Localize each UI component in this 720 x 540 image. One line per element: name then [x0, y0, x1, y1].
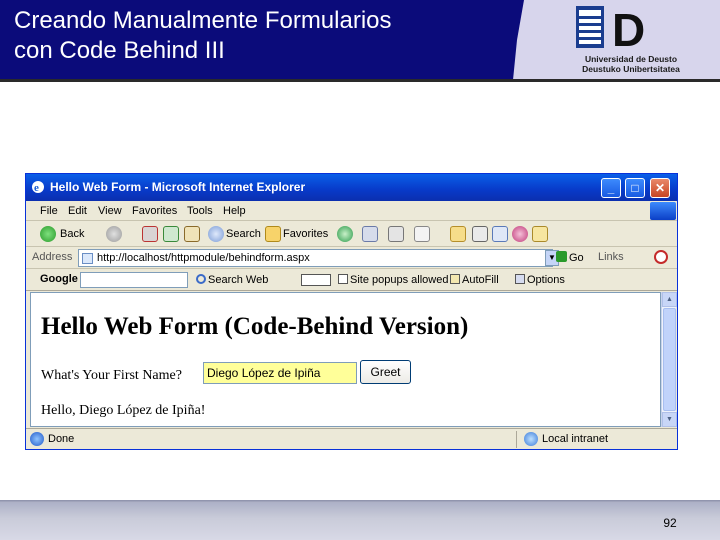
scroll-up-arrow-icon[interactable]: ▲ — [662, 292, 677, 307]
first-name-input[interactable]: Diego López de Ipiña — [203, 362, 357, 384]
search-icon[interactable] — [208, 226, 224, 242]
slide-footer — [0, 503, 720, 540]
page-status-icon — [30, 432, 44, 446]
greeting-result: Hello, Diego López de Ipiña! — [41, 403, 206, 418]
tools-icon[interactable] — [532, 226, 548, 242]
favorites-button[interactable]: Favorites — [283, 225, 328, 243]
scroll-down-arrow-icon[interactable]: ▼ — [662, 412, 677, 427]
browser-titlebar[interactable]: e Hello Web Form - Microsoft Internet Ex… — [26, 174, 677, 201]
status-bar: Done Local intranet — [26, 428, 677, 449]
popup-blocker-button[interactable]: Site popups allowed — [338, 273, 448, 287]
edit-icon[interactable] — [414, 226, 430, 242]
status-text: Done — [48, 433, 75, 445]
go-button[interactable]: Go — [556, 251, 584, 264]
menu-favorites[interactable]: Favorites — [132, 204, 177, 218]
messenger-icon[interactable] — [492, 226, 508, 242]
vertical-scrollbar[interactable]: ▲ ▼ — [661, 292, 677, 427]
menu-bar: File Edit View Favorites Tools Help — [26, 201, 677, 221]
minimize-button[interactable]: _ — [601, 178, 621, 198]
security-zone: Local intranet — [542, 433, 609, 445]
mail-icon[interactable] — [362, 226, 378, 242]
menu-tools[interactable]: Tools — [187, 204, 213, 218]
refresh-icon[interactable] — [163, 226, 179, 242]
address-label: Address — [32, 251, 73, 263]
forward-arrow-icon[interactable] — [106, 226, 122, 242]
google-search-input[interactable] — [80, 272, 188, 288]
status-separator — [516, 431, 517, 448]
logo-letter: D — [612, 4, 645, 54]
options-label: Options — [527, 274, 565, 286]
folder-icon[interactable] — [450, 226, 466, 242]
menu-edit[interactable]: Edit — [68, 204, 87, 218]
links-button[interactable]: Links — [598, 251, 624, 263]
menu-view[interactable]: View — [98, 204, 122, 218]
windows-flag-icon — [650, 202, 676, 220]
media-icon[interactable] — [337, 226, 353, 242]
browser-window: e Hello Web Form - Microsoft Internet Ex… — [25, 173, 678, 450]
page-content: Hello Web Form (Code-Behind Version) Wha… — [30, 292, 661, 427]
page-number: 92 — [663, 516, 677, 530]
menu-file[interactable]: File — [40, 204, 58, 218]
first-name-label: What's Your First Name? — [41, 368, 182, 383]
ie-logo-icon: e — [32, 181, 44, 194]
intranet-zone-icon — [524, 432, 538, 446]
go-arrow-icon — [556, 251, 567, 262]
options-icon — [515, 274, 525, 284]
close-button[interactable]: ✕ — [650, 178, 670, 198]
maximize-button[interactable]: □ — [625, 178, 645, 198]
address-url: http://localhost/httpmodule/behindform.a… — [97, 252, 310, 264]
greet-button[interactable]: Greet — [360, 360, 411, 384]
google-label[interactable]: Google — [40, 273, 78, 285]
address-bar: Address http://localhost/httpmodule/behi… — [26, 247, 677, 269]
print-icon[interactable] — [388, 226, 404, 242]
slide-title: Creando Manualmente Formularios con Code… — [14, 6, 514, 66]
standard-toolbar: Back Search Favorites — [26, 221, 677, 247]
back-button[interactable]: Back — [60, 225, 84, 243]
favorites-star-icon[interactable] — [265, 226, 281, 242]
header-rule — [0, 79, 720, 82]
popup-label: Site popups allowed — [350, 274, 449, 286]
google-search-icon — [196, 274, 206, 284]
discuss-icon[interactable] — [472, 226, 488, 242]
university-crest-icon: D — [576, 4, 645, 54]
stop-icon[interactable] — [142, 226, 158, 242]
options-button[interactable]: Options — [515, 273, 565, 287]
go-label: Go — [569, 252, 584, 264]
search-button[interactable]: Search — [226, 225, 261, 243]
pagerank-icon — [301, 274, 331, 286]
scroll-thumb[interactable] — [663, 308, 676, 411]
logo-text-spanish: Universidad de Deusto — [584, 54, 678, 64]
autofill-icon — [450, 274, 460, 284]
page-icon — [82, 253, 93, 264]
autofill-label: AutoFill — [462, 274, 499, 286]
menu-help[interactable]: Help — [223, 204, 246, 218]
svg-text:e: e — [34, 182, 39, 194]
research-icon[interactable] — [512, 226, 528, 242]
back-arrow-icon[interactable] — [40, 226, 56, 242]
search-web-button[interactable]: Search Web — [196, 273, 268, 287]
search-web-label: Search Web — [208, 274, 269, 286]
browser-title: Hello Web Form - Microsoft Internet Expl… — [50, 180, 306, 194]
autofill-button[interactable]: AutoFill — [450, 273, 499, 287]
popup-icon — [338, 274, 348, 284]
google-toolbar: Google Search Web Site popups allowed Au… — [26, 269, 677, 291]
address-input[interactable]: http://localhost/httpmodule/behindform.a… — [78, 249, 553, 267]
slide-title-line-2: con Code Behind III — [14, 37, 225, 64]
home-icon[interactable] — [184, 226, 200, 242]
logo-text-basque: Deustuko Unibertsitatea — [582, 64, 680, 74]
norton-icon — [654, 250, 668, 264]
page-heading: Hello Web Form (Code-Behind Version) — [41, 313, 469, 340]
slide-title-line-1: Creando Manualmente Formularios — [14, 7, 392, 34]
university-logo: D Universidad de Deusto Deustuko Unibert… — [556, 4, 706, 76]
